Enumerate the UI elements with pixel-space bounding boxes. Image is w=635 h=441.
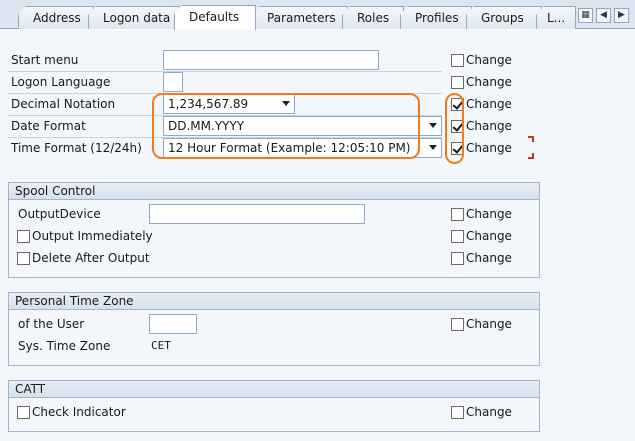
- tab-more[interactable]: L...: [536, 6, 576, 29]
- tab-parameters[interactable]: Parameters: [252, 6, 348, 29]
- tab-scroll-right-icon[interactable]: ▶: [614, 8, 629, 23]
- highlight-box-fields: [152, 93, 420, 159]
- output-immediately-change-checkbox[interactable]: [451, 230, 464, 243]
- tab-label: Roles: [357, 11, 390, 25]
- tab-label: Defaults: [189, 10, 240, 24]
- start-menu-change-checkbox[interactable]: [451, 54, 464, 67]
- personal-time-zone-title: Personal Time Zone: [9, 293, 539, 310]
- chevron-down-icon: [429, 145, 437, 150]
- decimal-notation-label: Decimal Notation: [11, 97, 116, 111]
- check-indicator-label: Check Indicator: [32, 405, 126, 419]
- date-format-label: Date Format: [11, 119, 86, 133]
- logon-language-input[interactable]: [163, 72, 183, 92]
- logon-language-change-checkbox[interactable]: [451, 76, 464, 89]
- tab-label: Parameters: [267, 11, 336, 25]
- of-the-user-label: of the User: [18, 317, 85, 331]
- tab-label: Logon data: [103, 11, 171, 25]
- change-label: Change: [466, 97, 512, 111]
- user-time-zone-change-checkbox[interactable]: [451, 318, 464, 331]
- change-label: Change: [466, 251, 512, 265]
- tab-strip: Address Logon data Defaults Parameters R…: [0, 0, 635, 30]
- change-label: Change: [466, 229, 512, 243]
- tab-label: Profiles: [415, 11, 459, 25]
- tab-defaults[interactable]: Defaults: [174, 5, 256, 30]
- tab-scroll-left-icon[interactable]: ◀: [596, 8, 611, 23]
- chevron-down-icon: [429, 123, 437, 128]
- output-device-label: OutputDevice: [18, 207, 101, 221]
- tab-label: Groups: [481, 11, 524, 25]
- bracket-mark: [528, 153, 534, 159]
- delete-after-output-label: Delete After Output: [32, 251, 150, 265]
- tab-roles[interactable]: Roles: [342, 6, 404, 29]
- change-label: Change: [466, 141, 512, 155]
- check-indicator-checkbox[interactable]: [17, 406, 30, 419]
- tab-address[interactable]: Address: [18, 6, 94, 29]
- tab-logon-data[interactable]: Logon data: [88, 6, 180, 29]
- user-time-zone-input[interactable]: [149, 314, 197, 334]
- time-format-label: Time Format (12/24h): [11, 141, 142, 155]
- bracket-mark: [528, 136, 534, 142]
- delete-after-output-change-checkbox[interactable]: [451, 252, 464, 265]
- tab-profiles[interactable]: Profiles: [400, 6, 472, 29]
- tab-label: L...: [547, 11, 566, 25]
- spool-control-title: Spool Control: [9, 183, 539, 200]
- change-label: Change: [466, 75, 512, 89]
- check-indicator-change-checkbox[interactable]: [451, 406, 464, 419]
- sys-time-zone-label: Sys. Time Zone: [18, 339, 111, 353]
- change-label: Change: [466, 119, 512, 133]
- tab-groups[interactable]: Groups: [466, 6, 542, 29]
- start-menu-input[interactable]: [163, 50, 379, 70]
- output-device-change-checkbox[interactable]: [451, 208, 464, 221]
- change-label: Change: [466, 207, 512, 221]
- tab-label: Address: [33, 11, 81, 25]
- sys-time-zone-value: CET: [151, 339, 171, 352]
- output-immediately-checkbox[interactable]: [17, 230, 30, 243]
- start-menu-label: Start menu: [11, 53, 79, 67]
- tab-menu-icon[interactable]: ▦: [578, 8, 593, 23]
- output-device-input[interactable]: [149, 204, 365, 224]
- change-label: Change: [466, 405, 512, 419]
- output-immediately-label: Output Immediately: [32, 229, 153, 243]
- logon-language-label: Logon Language: [11, 75, 111, 89]
- change-label: Change: [466, 317, 512, 331]
- catt-title: CATT: [9, 381, 539, 398]
- change-label: Change: [466, 53, 512, 67]
- delete-after-output-checkbox[interactable]: [17, 252, 30, 265]
- highlight-box-checkboxes: [445, 93, 464, 164]
